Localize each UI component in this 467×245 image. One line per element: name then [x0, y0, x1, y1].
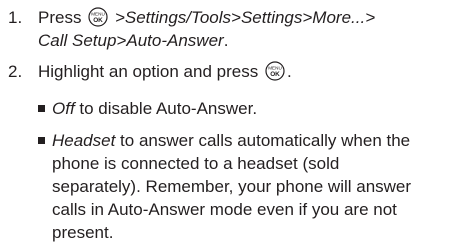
option-list: Off to disable Auto-Answer. Headset to a…	[38, 97, 458, 243]
option-headset-description-line-3: separately). Remember, your phone will a…	[52, 177, 412, 196]
option-headset: Headset to answer calls automatically wh…	[38, 129, 458, 244]
bullet-square-icon	[38, 137, 45, 144]
step-1-period: .	[223, 31, 229, 50]
option-off-description: to disable Auto-Answer.	[74, 99, 258, 118]
step-1-number: 1.	[8, 8, 23, 27]
option-headset-line-1: Headset to answer calls automatically wh…	[52, 129, 456, 152]
step-2-line-1: Highlight an option and press MENU OK .	[38, 60, 458, 83]
option-headset-description-line-1: to answer calls automatically when the	[115, 131, 411, 150]
option-headset-description-line-5: present.	[52, 223, 114, 242]
step-2-number: 2.	[8, 62, 23, 81]
step-2: 2. Highlight an option and press MENU OK…	[8, 60, 458, 84]
menu-key-top-label: MENU	[268, 66, 282, 71]
menu-key-bottom-label: OK	[93, 17, 103, 24]
option-headset-description-line-2: phone is connected to a headset (sold	[52, 154, 340, 173]
menu-ok-key-icon: MENU OK	[265, 61, 285, 81]
step-2-instruction-text: Highlight an option and press	[38, 62, 259, 81]
menu-ok-key-icon: MENU OK	[88, 7, 108, 27]
step-2-period: .	[286, 62, 292, 81]
menu-key-bottom-label: OK	[270, 71, 280, 78]
option-headset-description-line-4: calls in Auto-Answer mode even if you ar…	[52, 200, 397, 219]
step-1-menu-path-line-2: Call Setup>Auto-Answer	[38, 31, 224, 50]
step-1-menu-path-line-1: >Settings/Tools>Settings>More...>	[114, 8, 376, 27]
step-1-press-text: Press	[38, 8, 82, 27]
manual-page: 1. Press MENU OK >Settings/Tools>Setting…	[0, 0, 467, 245]
option-off-text: Off to disable Auto-Answer.	[52, 97, 456, 120]
step-1: 1. Press MENU OK >Settings/Tools>Setting…	[8, 6, 458, 52]
option-off-term: Off	[52, 99, 75, 118]
step-1-line-1: Press MENU OK >Settings/Tools>Settings>M…	[38, 6, 458, 29]
step-2-body: Highlight an option and press MENU OK .	[38, 60, 458, 83]
option-off: Off to disable Auto-Answer.	[38, 97, 458, 121]
bullet-square-icon	[38, 105, 45, 112]
step-1-body: Press MENU OK >Settings/Tools>Settings>M…	[38, 6, 458, 52]
option-headset-term: Headset	[52, 131, 116, 150]
option-headset-text: Headset to answer calls automatically wh…	[52, 129, 456, 244]
menu-key-top-label: MENU	[91, 12, 105, 17]
step-1-line-2: Call Setup>Auto-Answer.	[38, 29, 458, 52]
